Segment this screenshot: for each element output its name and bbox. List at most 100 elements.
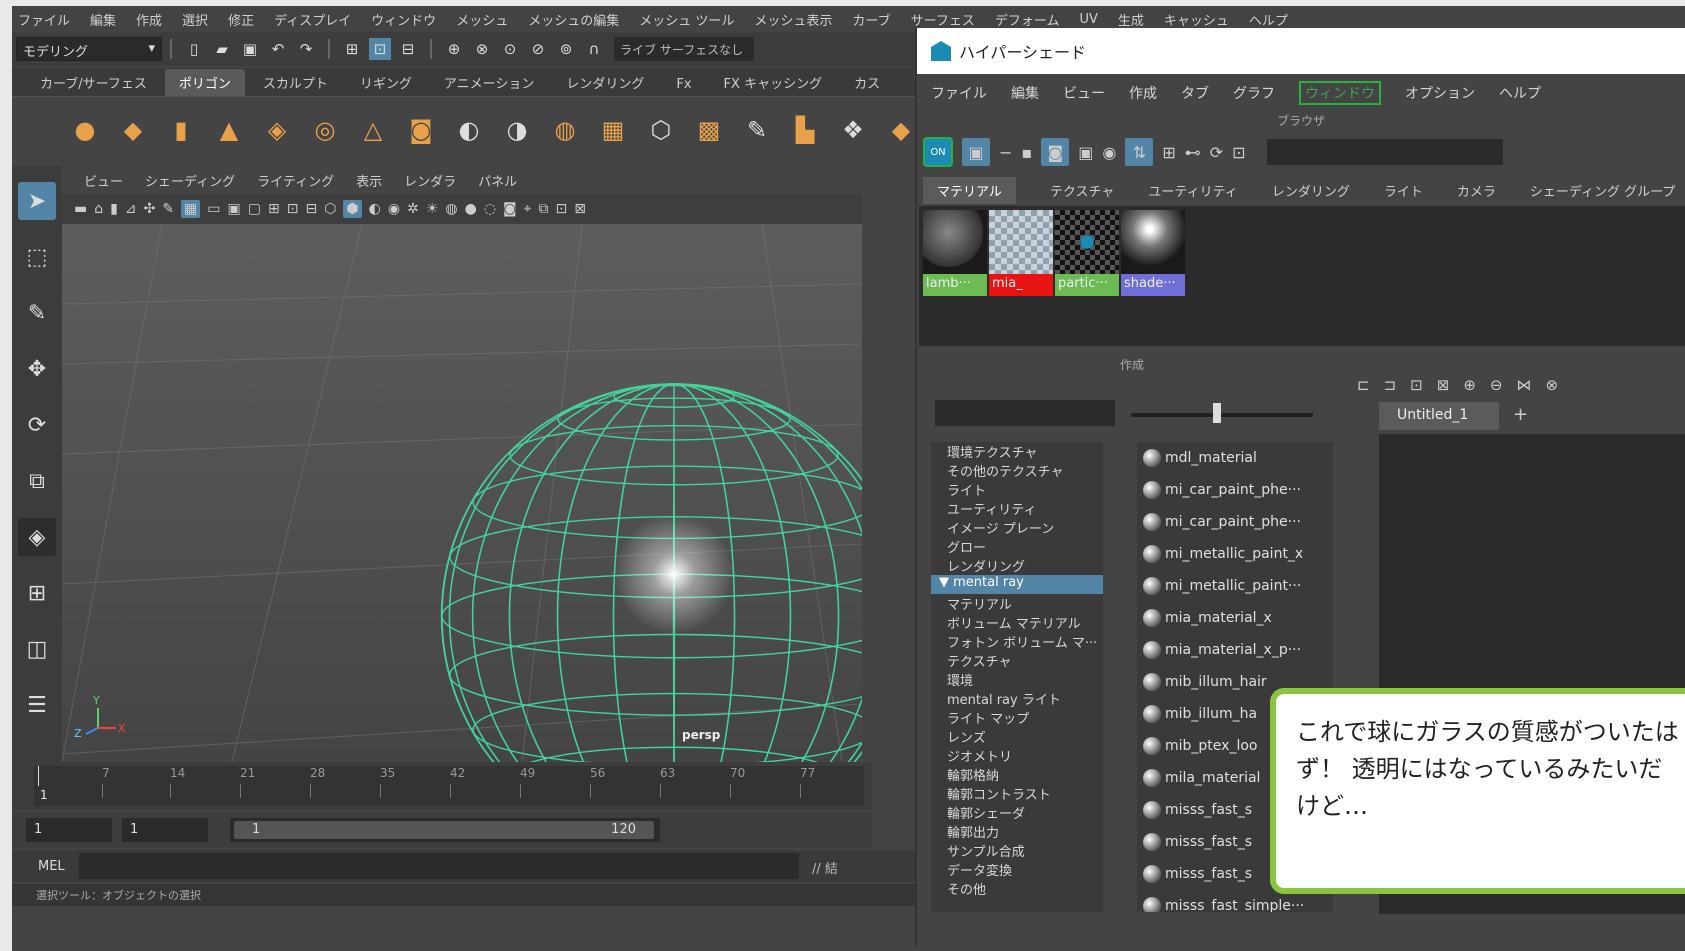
2d-pan-icon[interactable]: ✣	[144, 201, 156, 217]
frame-icon[interactable]: ⊡	[1232, 143, 1245, 162]
menu-select[interactable]: 選択	[182, 10, 208, 29]
textured-icon[interactable]: ◉	[388, 201, 400, 217]
hs-menu-edit[interactable]: 編集	[1011, 83, 1039, 103]
material-swatch-particle[interactable]: partic···	[1055, 210, 1119, 296]
tree-item[interactable]: ボリューム マテリアル	[931, 613, 1103, 632]
field-chart-icon[interactable]: ⊞	[268, 201, 280, 217]
snap-view-icon[interactable]: ⊘	[527, 38, 549, 60]
medium-icon-size-icon[interactable]: ◙	[1041, 138, 1070, 166]
icon-size-slider[interactable]	[1131, 413, 1313, 417]
grid-icon[interactable]: ▦	[181, 200, 201, 218]
graph-remove-icon[interactable]: ⊖	[1490, 376, 1503, 394]
poly-cylinder-icon[interactable]: ▮	[164, 113, 198, 147]
node-type-item[interactable]: mdl_material	[1137, 442, 1333, 474]
tree-item[interactable]: レンダリング	[931, 556, 1103, 575]
xray-components-icon[interactable]: ⊠	[574, 201, 586, 217]
smooth-shade-icon[interactable]: ⬢	[343, 200, 362, 218]
live-surface-field[interactable]: ライブ サーフェスなし	[614, 37, 754, 61]
time-ruler[interactable]: 1 7 14 21 28 35 42 49 56 63 70 77	[34, 766, 864, 806]
depth-of-field-icon[interactable]: ◙	[503, 201, 517, 217]
range-slider-handle[interactable]: 1 120	[234, 821, 654, 839]
separate-icon[interactable]: ◑	[500, 113, 534, 147]
snap-point-icon[interactable]: ⊙	[499, 38, 521, 60]
snap-surface-icon[interactable]: ⊚	[555, 38, 577, 60]
resolution-gate-icon[interactable]: ▣	[228, 201, 241, 217]
ambient-occlusion-icon[interactable]: ◍	[445, 201, 457, 217]
graph-input-icon[interactable]: ⊏	[1357, 376, 1370, 394]
hs-menu-create[interactable]: 作成	[1129, 83, 1157, 103]
material-swatch-lambert[interactable]: lamb···	[923, 210, 987, 296]
shelf-tab-sculpt[interactable]: スカルプト	[249, 69, 342, 96]
menu-edit[interactable]: 編集	[90, 10, 116, 29]
menu-modify[interactable]: 修正	[228, 10, 254, 29]
move-tool-icon[interactable]: ✥	[18, 350, 56, 388]
isolate-icon[interactable]: ⌖	[524, 201, 532, 217]
rotate-tool-icon[interactable]: ⟳	[18, 406, 56, 444]
tree-item[interactable]: ライト マップ	[931, 708, 1103, 727]
refresh-icon[interactable]: ⟳	[1210, 143, 1223, 162]
toggle-on-icon[interactable]: ON	[923, 137, 953, 167]
graph-clear-icon[interactable]: ⊠	[1437, 376, 1450, 394]
menu-deform[interactable]: デフォーム	[995, 10, 1060, 29]
motion-blur-icon[interactable]: ●	[465, 201, 477, 217]
layout-two-icon[interactable]: ◫	[18, 630, 56, 668]
range-slider[interactable]: 1 120	[230, 818, 660, 842]
tree-item[interactable]: グロー	[931, 537, 1103, 556]
wireframe-icon[interactable]: ⬡	[324, 201, 336, 217]
redo-icon[interactable]: ↷	[295, 38, 317, 60]
undo-icon[interactable]: ↶	[267, 38, 289, 60]
graph-tab-untitled[interactable]: Untitled_1	[1379, 402, 1499, 430]
hs-menu-graph[interactable]: グラフ	[1233, 83, 1275, 103]
shelf-tab-rendering[interactable]: レンダリング	[552, 69, 658, 96]
xlarge-icon-size-icon[interactable]: ◉	[1102, 143, 1116, 162]
panel-menu-view[interactable]: ビュー	[84, 171, 123, 190]
tree-item[interactable]: mental ray ライト	[931, 689, 1103, 708]
image-plane-icon[interactable]: ⊿	[125, 201, 137, 217]
graph-arrange-icon[interactable]: ⋈	[1516, 376, 1531, 394]
menu-edit-mesh[interactable]: メッシュの編集	[528, 10, 619, 29]
gate-mask-icon[interactable]: ▢	[248, 201, 261, 217]
scale-tool-icon[interactable]: ⧉	[18, 462, 56, 500]
tree-item[interactable]: その他	[931, 879, 1103, 898]
tree-item[interactable]: サンプル合成	[931, 841, 1103, 860]
graph-io-icon[interactable]: ⊐	[1384, 376, 1397, 394]
mel-input[interactable]	[78, 853, 799, 879]
tree-item[interactable]: 環境テクスチャ	[931, 442, 1103, 461]
smooth-icon[interactable]: ⬡	[644, 113, 678, 147]
sort-icon[interactable]: ⇅	[1125, 138, 1154, 166]
poly-pipe-icon[interactable]: ◙	[404, 113, 438, 147]
node-type-item[interactable]: mi_car_paint_phe···	[1137, 506, 1333, 538]
menu-curves[interactable]: カーブ	[852, 10, 890, 29]
panel-menu-lighting[interactable]: ライティング	[257, 171, 334, 190]
sort-time-icon[interactable]: ⊷	[1185, 143, 1201, 162]
large-icon-size-icon[interactable]: ▣	[1078, 143, 1093, 162]
layout-four-icon[interactable]: ⊞	[18, 574, 56, 612]
tree-item[interactable]: 輪郭コントラスト	[931, 784, 1103, 803]
node-type-item[interactable]: mi_car_paint_phe···	[1137, 474, 1333, 506]
node-type-item[interactable]: mia_material_x	[1137, 602, 1333, 634]
menu-cache[interactable]: キャッシュ	[1164, 10, 1229, 29]
tree-item[interactable]: レンズ	[931, 727, 1103, 746]
extract-icon[interactable]: ▦	[596, 113, 630, 147]
safe-action-icon[interactable]: ⊡	[287, 201, 299, 217]
tree-item[interactable]: ライト	[931, 480, 1103, 499]
camera-attr-icon[interactable]: ⌂	[94, 201, 103, 217]
tab-lights[interactable]: ライト	[1384, 181, 1423, 200]
poly-cone-icon[interactable]: ▲	[212, 113, 246, 147]
default-material-icon[interactable]: ◐	[369, 201, 381, 217]
hs-menu-file[interactable]: ファイル	[931, 83, 987, 103]
shelf-tab-fx[interactable]: Fx	[662, 73, 705, 96]
panel-menu-panels[interactable]: パネル	[478, 171, 517, 190]
icon-size-slider-knob[interactable]	[1213, 403, 1221, 423]
shelf-tab-polygons[interactable]: ポリゴン	[164, 69, 245, 96]
mel-label[interactable]: MEL	[38, 859, 65, 874]
snap-curve-icon[interactable]: ⊗	[471, 38, 493, 60]
shelf-tab-custom[interactable]: カス	[840, 69, 894, 96]
add-graph-tab-button[interactable]: +	[1513, 404, 1528, 425]
menu-window[interactable]: ウィンドウ	[371, 10, 436, 29]
anti-alias-icon[interactable]: ◌	[484, 201, 496, 217]
layout-outliner-icon[interactable]: ☰	[18, 686, 56, 724]
bridge-icon[interactable]: ❖	[836, 113, 870, 147]
poly-sphere-icon[interactable]: ●	[68, 113, 102, 147]
tab-cameras[interactable]: カメラ	[1457, 181, 1496, 200]
